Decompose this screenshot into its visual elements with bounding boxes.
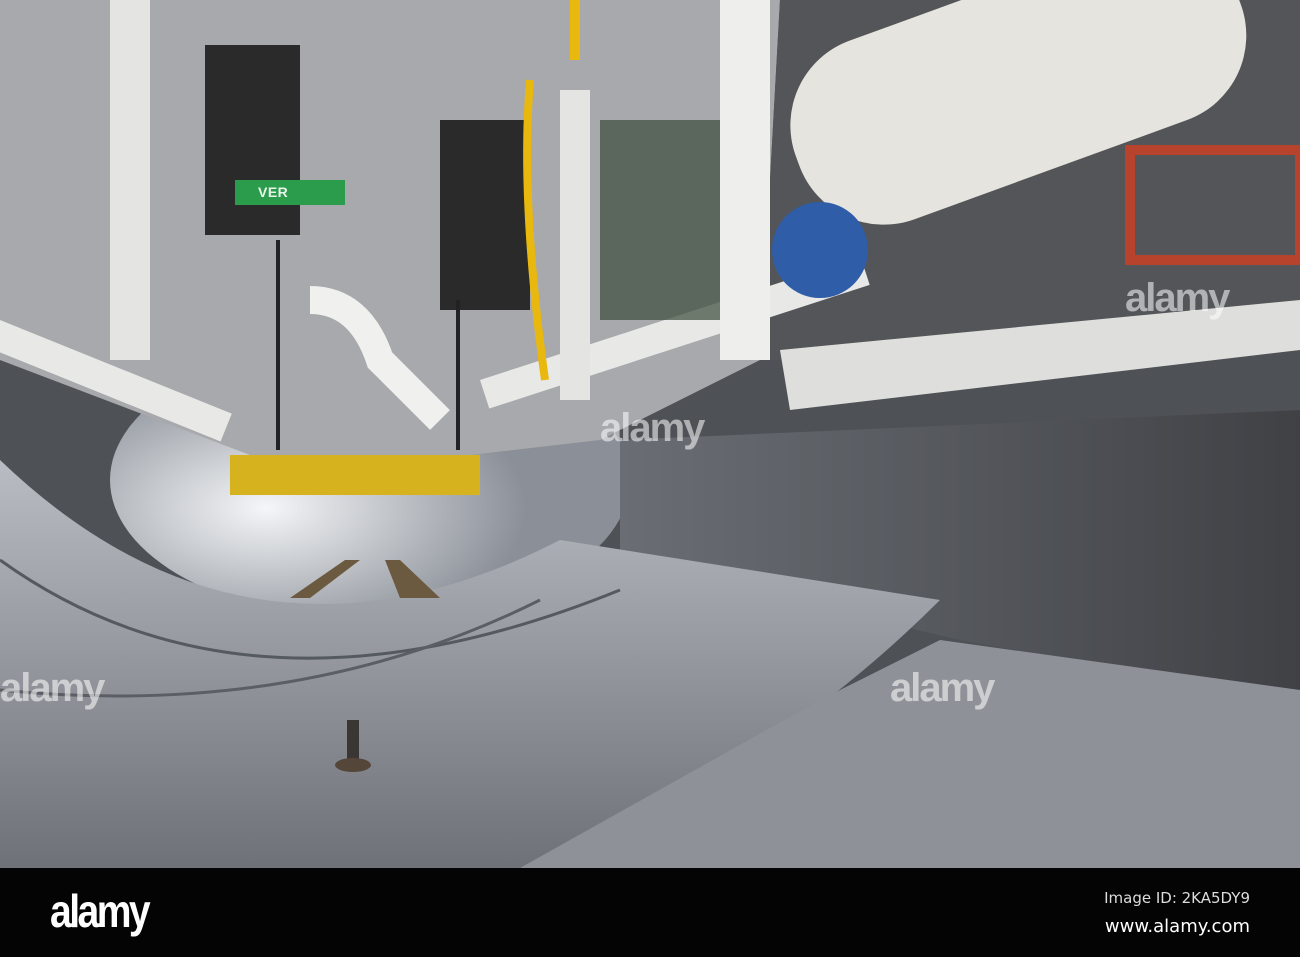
image-id: Image ID: 2KA5DY9 — [1104, 889, 1250, 907]
chain-hoist — [205, 45, 300, 235]
watermark: alamy — [1125, 276, 1230, 320]
watermark: alamy — [600, 406, 705, 450]
hoist-label-text: VER — [258, 184, 289, 200]
alamy-logo[interactable]: alamy — [50, 884, 151, 938]
hazard-beam — [230, 455, 480, 495]
blue-flange — [772, 202, 868, 298]
hoist-label-plate — [235, 180, 345, 205]
watermark: alamy — [890, 666, 995, 710]
tunnel-photo: VER alamy alamy alamy alamy — [0, 0, 1300, 868]
website-link[interactable]: www.alamy.com — [1105, 916, 1250, 937]
footer-bar: alamy Image ID: 2KA5DY9 www.alamy.com — [0, 868, 1300, 957]
chain-hoist — [440, 120, 530, 310]
watermark: alamy — [0, 666, 105, 710]
